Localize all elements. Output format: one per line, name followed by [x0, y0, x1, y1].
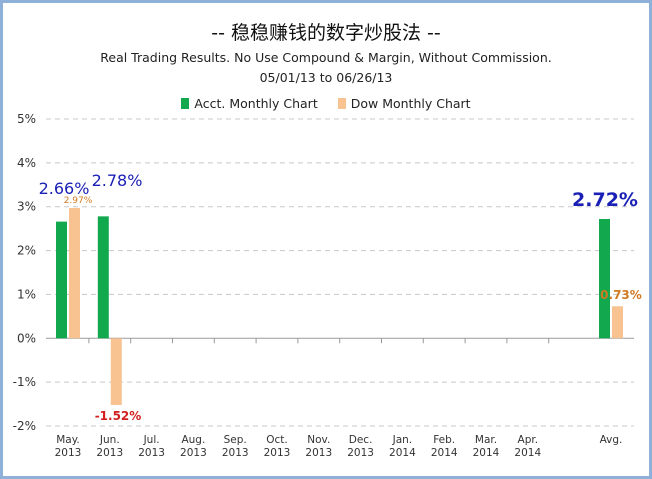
- y-tick-label: -2%: [13, 419, 36, 433]
- x-tick-label-year: 2013: [264, 447, 291, 459]
- x-tick-label-month: Dec.: [349, 434, 373, 446]
- dow-data-label: 0.73%: [600, 288, 642, 302]
- acct-bar: [599, 218, 610, 339]
- x-tick-label-month: Nov.: [307, 434, 330, 446]
- x-tick-label-year: 2014: [431, 447, 458, 459]
- x-tick-label-year: 2014: [473, 447, 500, 459]
- acct-bar: [56, 221, 67, 339]
- x-tick-label-year: 2013: [55, 447, 82, 459]
- x-tick-label-year: 2014: [389, 447, 416, 459]
- y-tick-label: 3%: [17, 200, 36, 214]
- x-tick-label-year: 2013: [96, 447, 123, 459]
- y-tick-label: 0%: [17, 331, 36, 345]
- x-tick-label-month: Oct.: [266, 434, 288, 446]
- acct-data-label: 2.72%: [572, 189, 638, 211]
- x-tick-label-month: Mar.: [475, 434, 497, 446]
- dow-bar: [612, 306, 623, 339]
- bar-chart: 5%4%3%2%1%0%-1%-2%May.2013Jun.2013Jul.20…: [13, 112, 642, 459]
- x-tick-label-month: Apr.: [518, 434, 539, 446]
- x-tick-label-year: 2013: [138, 447, 165, 459]
- x-tick-label-month: Sep.: [224, 434, 247, 446]
- x-tick-label-year: 2014: [514, 447, 541, 459]
- x-tick-label-month: May.: [56, 434, 80, 446]
- y-tick-label: 5%: [17, 112, 36, 126]
- x-tick-label-month: Feb.: [433, 434, 455, 446]
- x-tick-label-month: Aug.: [181, 434, 205, 446]
- x-tick-label-month: Jan.: [392, 434, 413, 446]
- y-tick-label: 1%: [17, 287, 36, 301]
- dow-bar: [69, 208, 80, 339]
- acct-bar: [97, 216, 109, 339]
- x-tick-label-month: Jun.: [99, 434, 120, 446]
- x-tick-label-year: 2013: [180, 447, 207, 459]
- dow-data-label: 2.97%: [64, 196, 93, 206]
- x-tick-label-month: Jul.: [143, 434, 160, 446]
- x-tick-label-year: 2013: [222, 447, 249, 459]
- y-tick-label: 4%: [17, 156, 36, 170]
- x-tick-label-month: Avg.: [600, 434, 623, 446]
- dow-data-label: -1.52%: [95, 409, 142, 423]
- x-tick-label-year: 2013: [305, 447, 332, 459]
- acct-data-label: 2.78%: [92, 171, 143, 190]
- x-tick-label-year: 2013: [347, 447, 374, 459]
- dow-bar: [110, 338, 122, 405]
- y-tick-label: -1%: [13, 375, 36, 389]
- y-tick-label: 2%: [17, 244, 36, 258]
